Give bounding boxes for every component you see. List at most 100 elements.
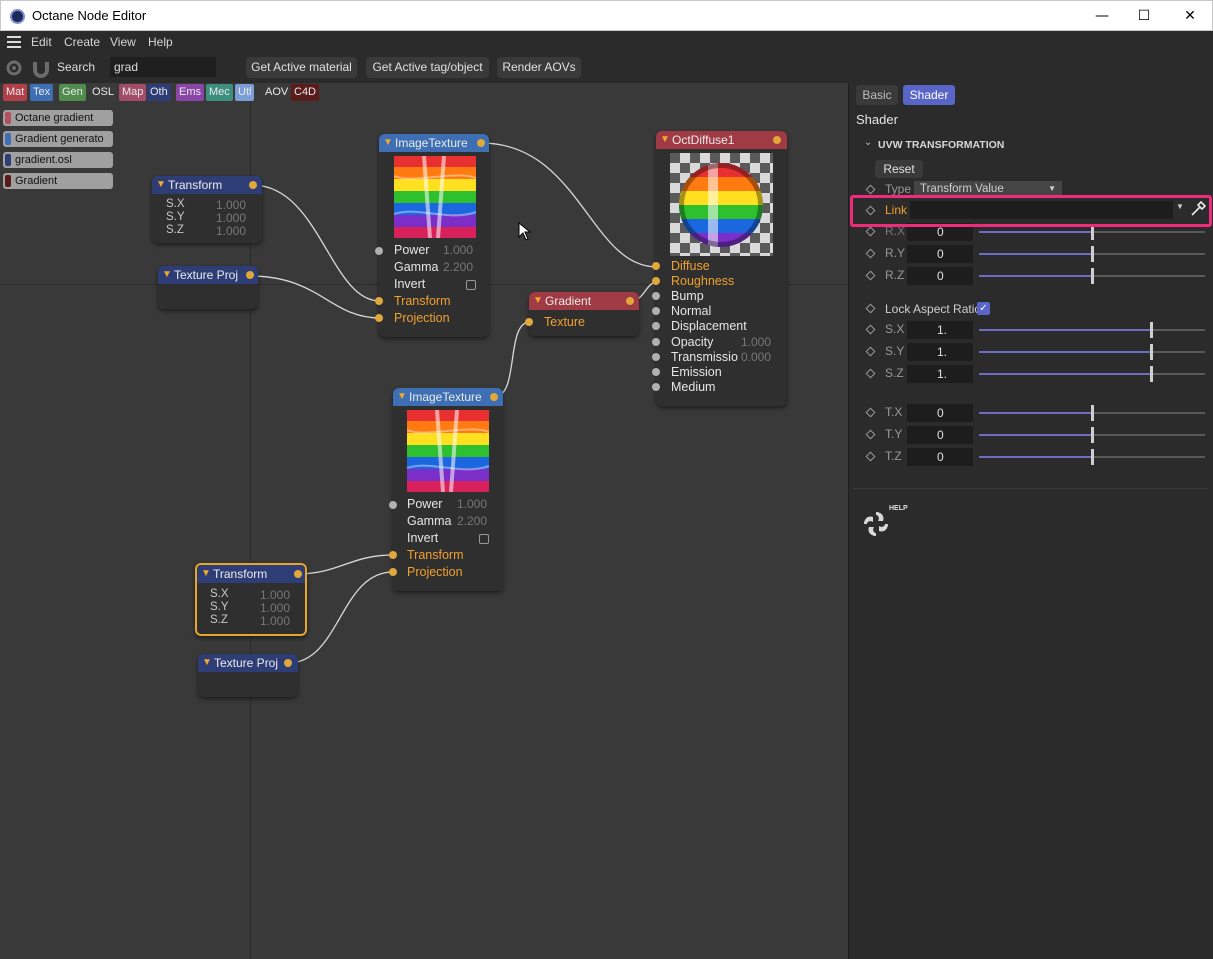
tx-value-field[interactable]: 0	[907, 404, 973, 422]
value-sz[interactable]: 1.000	[216, 224, 246, 238]
input-port-emission[interactable]	[652, 368, 660, 376]
keyframe-diamond-icon[interactable]	[865, 451, 876, 462]
tab-shader[interactable]: Shader	[903, 85, 955, 105]
get-active-tag-object-button[interactable]: Get Active tag/object	[366, 57, 489, 78]
tz-value-field[interactable]: 0	[907, 448, 973, 466]
rz-slider[interactable]	[979, 268, 1205, 284]
oct-diffuse-material-node[interactable]: ▼ OctDiffuse1 Diffuse Roughness Bump Nor…	[652, 131, 787, 406]
render-aovs-button[interactable]: Render AOVs	[497, 57, 581, 78]
octane-help-icon[interactable]: HELP	[861, 505, 908, 539]
sy-slider[interactable]	[979, 344, 1205, 360]
menu-view[interactable]: View	[110, 35, 136, 49]
collapse-triangle-icon[interactable]: ▼	[201, 565, 211, 583]
value-sy[interactable]: 1.000	[260, 601, 290, 615]
value-sy[interactable]: 1.000	[216, 211, 246, 225]
get-active-material-button[interactable]: Get Active material	[246, 57, 357, 78]
ry-slider[interactable]	[979, 246, 1205, 262]
value-transmission[interactable]: 0.000	[741, 350, 771, 364]
node-header[interactable]: ▼ ImageTexture	[393, 388, 503, 406]
input-port-projection[interactable]	[375, 314, 383, 322]
ry-value-field[interactable]: 0	[907, 245, 973, 263]
input-port-roughness[interactable]	[652, 277, 660, 285]
sy-slider-knob[interactable]	[1149, 344, 1153, 360]
tab-basic[interactable]: Basic	[856, 85, 898, 105]
node-header[interactable]: ▼ Gradient	[529, 292, 639, 310]
tx-slider[interactable]	[979, 405, 1205, 421]
collapse-triangle-icon[interactable]: ▼	[162, 266, 172, 284]
image-texture-node-2[interactable]: ▼ ImageTexture Power 1.000 Gamma 2.200 In…	[389, 388, 503, 591]
input-port-normal[interactable]	[652, 307, 660, 315]
output-port[interactable]	[773, 136, 781, 144]
output-port[interactable]	[284, 659, 292, 667]
sx-slider[interactable]	[979, 322, 1205, 338]
collapse-triangle-icon[interactable]: ▼	[397, 388, 407, 406]
image-texture-node-1[interactable]: ▼ ImageTexture Power 1.000 Gamma 2.200 In…	[375, 134, 489, 337]
input-port-power[interactable]	[389, 501, 397, 509]
tz-slider-knob[interactable]	[1091, 449, 1094, 465]
input-port-bump[interactable]	[652, 292, 660, 300]
invert-checkbox[interactable]	[479, 534, 489, 544]
keyframe-diamond-icon[interactable]	[865, 248, 876, 259]
transform-node-1[interactable]: ▼ Transform S.X 1.000 S.Y 1.000 S.Z 1.000	[152, 176, 262, 243]
tz-slider[interactable]	[979, 449, 1205, 465]
ty-value-field[interactable]: 0	[907, 426, 973, 444]
maximize-button[interactable]: ☐	[1121, 1, 1167, 31]
section-uvw-transformation[interactable]: UVW TRANSFORMATION	[878, 139, 1004, 151]
node-header[interactable]: ▼ Texture Proj	[158, 266, 258, 284]
collapse-triangle-icon[interactable]: ▼	[660, 131, 670, 149]
input-port-power[interactable]	[375, 247, 383, 255]
search-input[interactable]	[110, 57, 216, 77]
input-port-medium[interactable]	[652, 383, 660, 391]
input-port-opacity[interactable]	[652, 338, 660, 346]
keyframe-diamond-icon[interactable]	[865, 184, 876, 195]
sz-value-field[interactable]: 1.	[907, 365, 973, 383]
output-port[interactable]	[626, 297, 634, 305]
value-gamma[interactable]: 2.200	[443, 260, 473, 274]
sy-value-field[interactable]: 1.	[907, 343, 973, 361]
keyframe-diamond-icon[interactable]	[865, 226, 876, 237]
input-port-diffuse[interactable]	[652, 262, 660, 270]
node-header[interactable]: ▼ Texture Proj	[198, 654, 298, 672]
menu-edit[interactable]: Edit	[31, 35, 52, 49]
output-port[interactable]	[249, 181, 257, 189]
node-header[interactable]: ▼ OctDiffuse1	[656, 131, 787, 149]
keyframe-diamond-icon[interactable]	[865, 429, 876, 440]
menu-help[interactable]: Help	[148, 35, 173, 49]
output-port[interactable]	[294, 570, 302, 578]
gear-icon[interactable]	[4, 58, 24, 78]
magnet-icon[interactable]	[31, 58, 51, 78]
texture-projection-node-2[interactable]: ▼ Texture Proj	[198, 654, 298, 697]
sz-slider[interactable]	[979, 366, 1205, 382]
collapse-triangle-icon[interactable]: ▼	[156, 176, 166, 194]
input-port-texture[interactable]	[525, 318, 533, 326]
minimize-button[interactable]: —	[1079, 1, 1125, 31]
keyframe-diamond-icon[interactable]	[865, 270, 876, 281]
ry-slider-knob[interactable]	[1091, 246, 1094, 262]
value-sx[interactable]: 1.000	[216, 198, 246, 212]
ty-slider-knob[interactable]	[1091, 427, 1094, 443]
gradient-node[interactable]: ▼ Gradient Texture	[525, 292, 639, 336]
node-canvas[interactable]: Mat Tex Gen OSL Map Oth Ems Mec Utl AOV …	[0, 83, 848, 959]
sx-value-field[interactable]: 1.	[907, 321, 973, 339]
keyframe-diamond-icon[interactable]	[865, 407, 876, 418]
value-power[interactable]: 1.000	[457, 497, 487, 511]
node-header[interactable]: ▼ Transform	[197, 565, 305, 583]
keyframe-diamond-icon[interactable]	[865, 368, 876, 379]
value-power[interactable]: 1.000	[443, 243, 473, 257]
collapse-triangle-icon[interactable]: ▼	[533, 292, 543, 310]
input-port-transform[interactable]	[375, 297, 383, 305]
output-port[interactable]	[490, 393, 498, 401]
reset-button[interactable]: Reset	[875, 160, 923, 178]
input-port-transmission[interactable]	[652, 353, 660, 361]
rz-value-field[interactable]: 0	[907, 267, 973, 285]
close-button[interactable]: ✕	[1167, 1, 1213, 31]
rz-slider-knob[interactable]	[1091, 268, 1094, 284]
input-port-projection[interactable]	[389, 568, 397, 576]
tx-slider-knob[interactable]	[1091, 405, 1094, 421]
collapse-triangle-icon[interactable]: ▼	[383, 134, 393, 152]
keyframe-diamond-icon[interactable]	[865, 303, 876, 314]
texture-projection-node-1[interactable]: ▼ Texture Proj	[158, 266, 258, 309]
menu-create[interactable]: Create	[64, 35, 100, 49]
chevron-down-icon[interactable]: ⌄	[864, 137, 872, 148]
sz-slider-knob[interactable]	[1149, 366, 1153, 382]
